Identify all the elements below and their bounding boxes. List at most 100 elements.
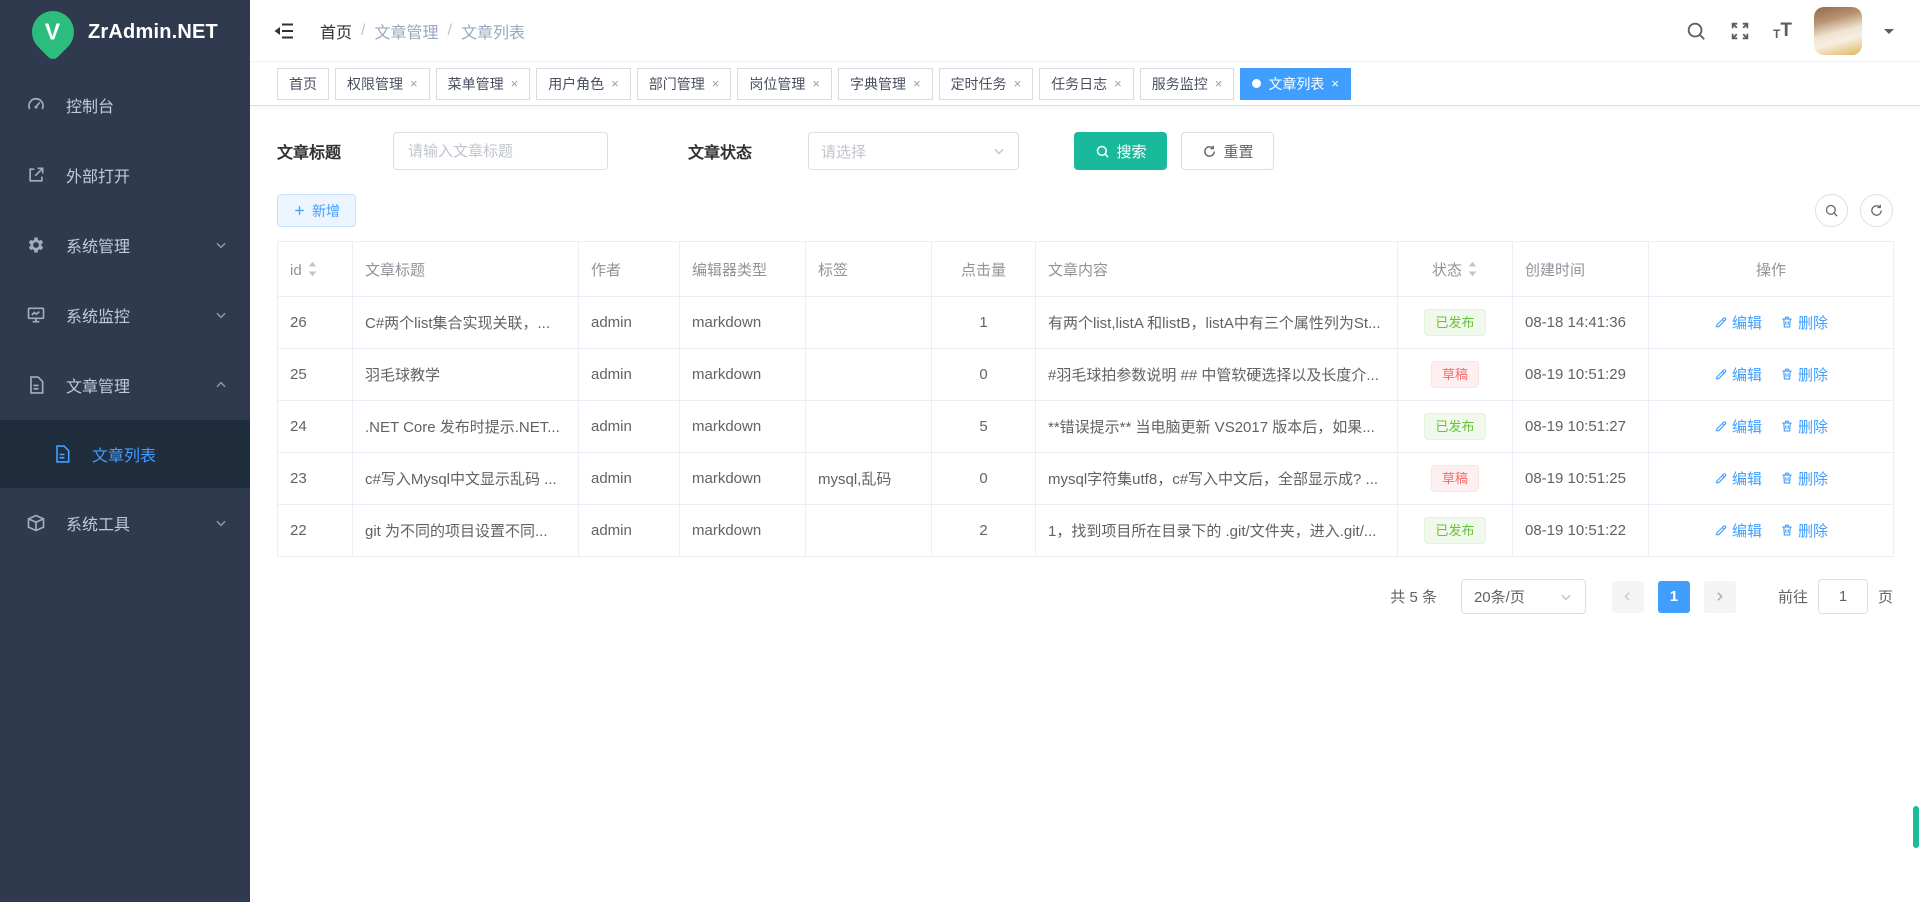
document-icon — [26, 375, 66, 395]
cell-文章内容: 有两个list,listA 和listB，listA中有三个属性列为St... — [1036, 297, 1398, 349]
sidebar-item-0[interactable]: 控制台 — [0, 70, 250, 140]
tab-8[interactable]: 任务日志× — [1039, 68, 1134, 100]
page-size-select[interactable]: 20条/页 — [1461, 579, 1586, 614]
app-logo[interactable]: V ZrAdmin.NET — [0, 0, 250, 64]
active-tab-dot — [1252, 79, 1261, 88]
sidebar-item-label: 系统管理 — [66, 233, 130, 257]
delete-button[interactable]: 删除 — [1780, 312, 1828, 333]
search-icon — [1824, 203, 1839, 218]
page-number-button[interactable]: 1 — [1658, 581, 1690, 613]
search-icon[interactable] — [1685, 20, 1707, 42]
cell-文章内容: mysql字符集utf8，c#写入中文后，全部显示成? ... — [1036, 453, 1398, 505]
tab-10[interactable]: 文章列表× — [1240, 68, 1351, 100]
close-icon[interactable]: × — [511, 77, 519, 90]
breadcrumb-home[interactable]: 首页 — [320, 19, 352, 43]
close-icon[interactable]: × — [1215, 77, 1223, 90]
close-icon[interactable]: × — [1331, 77, 1339, 90]
chevron-left-icon — [1621, 590, 1634, 603]
tab-0[interactable]: 首页 — [277, 68, 329, 100]
prev-page-button[interactable] — [1612, 581, 1644, 613]
article-title-input[interactable] — [393, 132, 608, 170]
cell-编辑器类型: markdown — [680, 453, 806, 505]
edit-button[interactable]: 编辑 — [1714, 520, 1762, 541]
reset-button[interactable]: 重置 — [1181, 132, 1274, 170]
cell-状态: 草稿 — [1398, 453, 1513, 505]
goto-page-input[interactable] — [1818, 579, 1868, 614]
cell-状态: 草稿 — [1398, 349, 1513, 401]
edit-button[interactable]: 编辑 — [1714, 364, 1762, 385]
sidebar-item-label: 系统监控 — [66, 303, 130, 327]
tab-2[interactable]: 菜单管理× — [436, 68, 531, 100]
close-icon[interactable]: × — [712, 77, 720, 90]
sidebar-item-5[interactable]: 文章列表 — [0, 420, 250, 488]
font-size-icon[interactable]: TT — [1773, 21, 1792, 40]
tab-1[interactable]: 权限管理× — [335, 68, 430, 100]
cell-创建时间: 08-19 10:51:22 — [1513, 505, 1649, 557]
sidebar-item-4[interactable]: 文章管理 — [0, 350, 250, 420]
close-icon[interactable]: × — [1114, 77, 1122, 90]
chevron-down-icon — [1559, 590, 1573, 604]
sidebar-toggle-icon[interactable] — [272, 19, 296, 43]
tab-label: 服务监控 — [1152, 74, 1208, 94]
sidebar-item-6[interactable]: 系统工具 — [0, 488, 250, 558]
refresh-table-button[interactable] — [1860, 194, 1893, 227]
scrollbar-thumb[interactable] — [1913, 806, 1919, 848]
toggle-search-button[interactable] — [1815, 194, 1848, 227]
tab-4[interactable]: 部门管理× — [637, 68, 732, 100]
cell-创建时间: 08-19 10:51:27 — [1513, 401, 1649, 453]
tab-3[interactable]: 用户角色 × — [536, 68, 631, 100]
table-row: 23c#写入Mysql中文显示乱码 ...adminmarkdownmysql,… — [278, 453, 1894, 505]
cell-状态: 已发布 — [1398, 401, 1513, 453]
cell-标签: mysql,乱码 — [806, 453, 932, 505]
navbar-actions: TT — [1685, 7, 1894, 55]
column-header-7[interactable]: 状态 — [1398, 242, 1513, 297]
table-toolbar: 新增 — [277, 194, 1893, 227]
edit-button[interactable]: 编辑 — [1714, 312, 1762, 333]
column-header-8: 创建时间 — [1513, 242, 1649, 297]
status-badge: 草稿 — [1431, 361, 1479, 388]
tab-5[interactable]: 岗位管理× — [737, 68, 832, 100]
sidebar-item-2[interactable]: 系统管理 — [0, 210, 250, 280]
sidebar-item-1[interactable]: 外部打开 — [0, 140, 250, 210]
delete-button[interactable]: 删除 — [1780, 416, 1828, 437]
document-icon — [52, 444, 92, 464]
close-icon[interactable]: × — [1014, 77, 1022, 90]
cell-作者: admin — [579, 401, 680, 453]
column-header-1: 文章标题 — [353, 242, 579, 297]
user-avatar[interactable] — [1814, 7, 1862, 55]
delete-button[interactable]: 删除 — [1780, 468, 1828, 489]
article-title-label: 文章标题 — [277, 139, 341, 163]
cell-标签 — [806, 505, 932, 557]
tab-7[interactable]: 定时任务× — [939, 68, 1034, 100]
tab-6[interactable]: 字典管理× — [838, 68, 933, 100]
close-icon[interactable]: × — [812, 77, 820, 90]
close-icon[interactable]: × — [611, 77, 619, 90]
edit-button[interactable]: 编辑 — [1714, 468, 1762, 489]
fullscreen-icon[interactable] — [1729, 20, 1751, 42]
column-header-4: 标签 — [806, 242, 932, 297]
delete-button[interactable]: 删除 — [1780, 520, 1828, 541]
cell-状态: 已发布 — [1398, 297, 1513, 349]
user-menu-caret-icon[interactable] — [1884, 29, 1894, 39]
cell-编辑器类型: markdown — [680, 505, 806, 557]
edit-button[interactable]: 编辑 — [1714, 416, 1762, 437]
article-status-select[interactable]: 请选择 — [808, 132, 1019, 170]
close-icon[interactable]: × — [913, 77, 921, 90]
delete-button[interactable]: 删除 — [1780, 364, 1828, 385]
search-button[interactable]: 搜索 — [1074, 132, 1167, 170]
column-header-0[interactable]: id — [278, 242, 353, 297]
next-page-button[interactable] — [1704, 581, 1736, 613]
add-button[interactable]: 新增 — [277, 194, 356, 227]
cell-标签 — [806, 297, 932, 349]
tab-label: 用户角色 — [548, 74, 604, 94]
sidebar-item-3[interactable]: 系统监控 — [0, 280, 250, 350]
close-icon[interactable]: × — [410, 77, 418, 90]
breadcrumb-item-current: 文章列表 — [461, 19, 525, 43]
status-badge: 已发布 — [1424, 517, 1485, 544]
cell-创建时间: 08-19 10:51:29 — [1513, 349, 1649, 401]
tab-9[interactable]: 服务监控 × — [1140, 68, 1235, 100]
breadcrumb-item-parent: 文章管理 — [374, 19, 438, 43]
cell-文章标题: git 为不同的项目设置不同... — [353, 505, 579, 557]
pagination: 共 5 条 20条/页 1 前往 页 — [277, 579, 1893, 614]
articles-table: id文章标题作者编辑器类型标签点击量文章内容状态创建时间操作 26C#两个lis… — [277, 241, 1894, 557]
